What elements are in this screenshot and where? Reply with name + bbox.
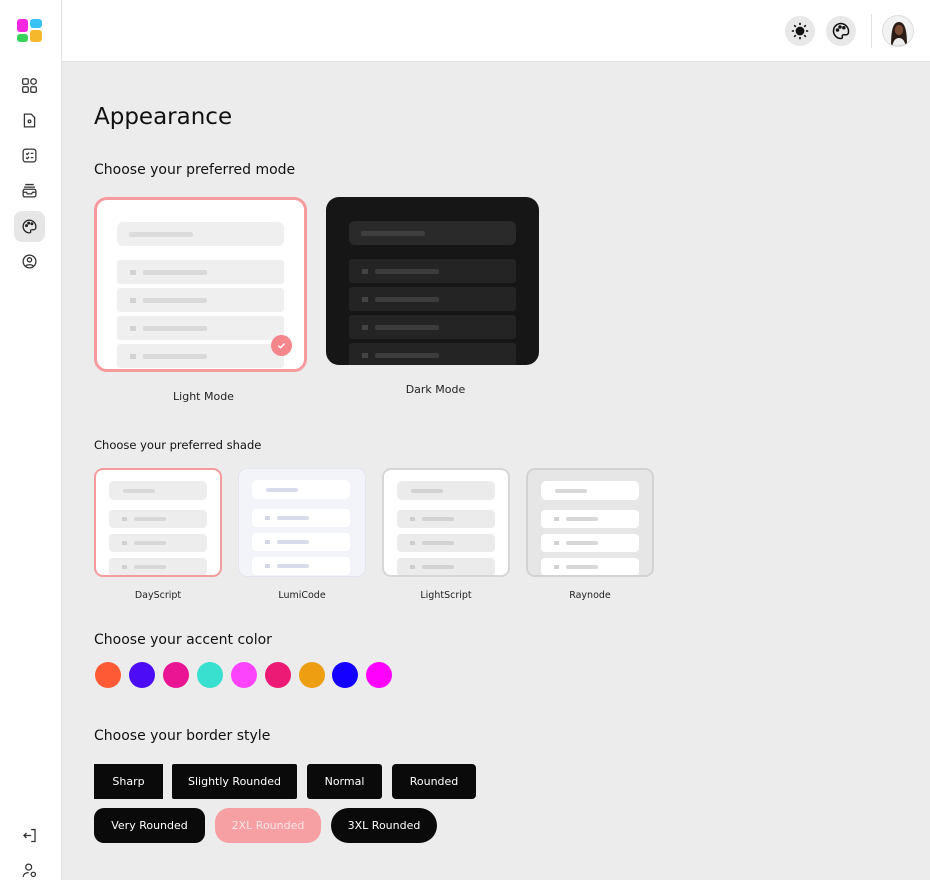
shade-card-raynode[interactable] — [526, 468, 654, 577]
app-logo[interactable] — [17, 19, 43, 43]
shade-label-raynode: Raynode — [569, 590, 611, 601]
section-shade-title: Choose your preferred shade — [94, 438, 262, 452]
accent-swatch[interactable] — [366, 662, 392, 688]
nav-user-settings[interactable] — [14, 855, 45, 880]
accent-swatch[interactable] — [129, 662, 155, 688]
theme-toggle-button[interactable] — [785, 16, 815, 46]
mode-label-dark: Dark Mode — [405, 383, 466, 396]
accent-swatch[interactable] — [95, 662, 121, 688]
nav-profile[interactable] — [14, 246, 45, 277]
shade-label-dayscript: DayScript — [134, 590, 182, 601]
mode-card-light[interactable] — [94, 197, 307, 372]
shade-label-lumicode: LumiCode — [278, 590, 326, 601]
header-divider — [871, 14, 872, 48]
page-title: Appearance — [94, 104, 233, 130]
nav-inbox[interactable] — [14, 175, 45, 206]
accent-swatch[interactable] — [231, 662, 257, 688]
selected-check-icon — [271, 335, 292, 356]
border-normal-button[interactable]: Normal — [307, 764, 382, 799]
nav-appearance[interactable] — [14, 211, 45, 242]
accent-swatch[interactable] — [163, 662, 189, 688]
accent-swatch[interactable] — [197, 662, 223, 688]
section-border-title: Choose your border style — [94, 728, 271, 744]
user-settings-icon — [22, 863, 37, 878]
dashboard-icon — [22, 78, 37, 93]
accent-swatch[interactable] — [299, 662, 325, 688]
shade-card-dayscript[interactable] — [94, 468, 222, 577]
border-3xl-rounded-button[interactable]: 3XL Rounded — [331, 808, 437, 843]
nav-logout[interactable] — [14, 820, 45, 851]
shade-card-lightscript[interactable] — [382, 468, 510, 577]
shade-card-lumicode[interactable] — [238, 468, 366, 577]
checklist-icon — [22, 148, 37, 163]
user-circle-icon — [22, 254, 37, 269]
accent-swatch[interactable] — [332, 662, 358, 688]
section-accent-title: Choose your accent color — [94, 632, 272, 648]
folder-icon — [23, 113, 36, 128]
logout-icon — [23, 828, 36, 843]
avatar[interactable] — [882, 15, 914, 47]
palette-icon — [22, 219, 37, 234]
shade-label-lightscript: LightScript — [420, 590, 472, 601]
nav-folder[interactable] — [14, 105, 45, 136]
sun-icon — [791, 22, 809, 40]
mode-card-dark[interactable] — [326, 197, 539, 365]
top-header — [62, 0, 930, 62]
nav-dashboard[interactable] — [14, 70, 45, 101]
border-sharp-button[interactable]: Sharp — [94, 764, 163, 799]
border-very-rounded-button[interactable]: Very Rounded — [94, 808, 205, 843]
sidebar — [0, 0, 62, 880]
palette-button[interactable] — [826, 16, 856, 46]
section-mode-title: Choose your preferred mode — [94, 162, 296, 178]
mode-label-light: Light Mode — [173, 390, 234, 403]
border-rounded-button[interactable]: Rounded — [392, 764, 476, 799]
border-2xl-rounded-button[interactable]: 2XL Rounded — [215, 808, 321, 843]
inbox-icon — [22, 183, 37, 198]
nav-checklist[interactable] — [14, 140, 45, 171]
palette-icon — [832, 22, 850, 40]
border-slightly-rounded-button[interactable]: Slightly Rounded — [172, 764, 297, 799]
accent-swatch[interactable] — [265, 662, 291, 688]
